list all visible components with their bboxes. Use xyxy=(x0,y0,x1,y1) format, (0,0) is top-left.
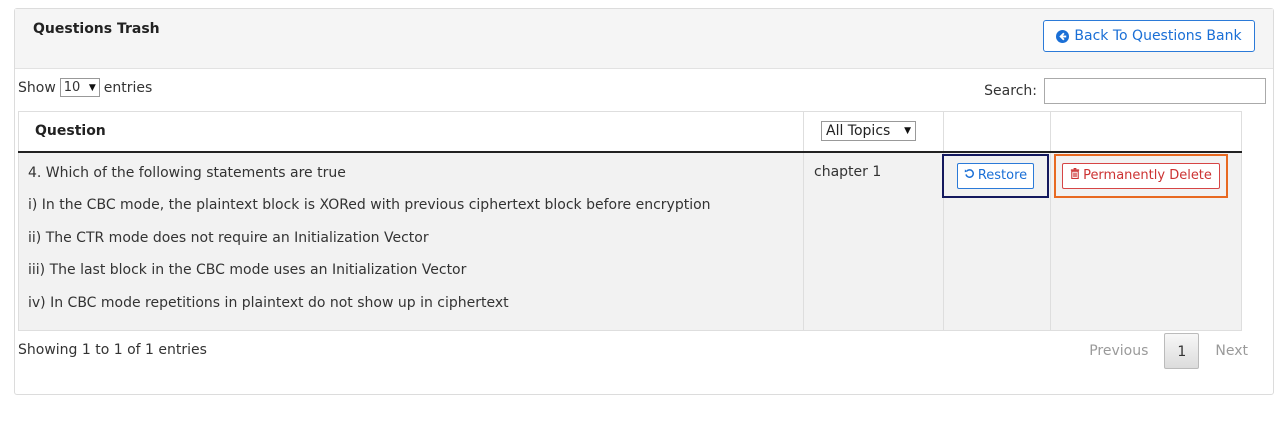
column-header-question: Question xyxy=(18,111,804,153)
page-1-button[interactable]: 1 xyxy=(1164,333,1200,369)
previous-page-button[interactable]: Previous xyxy=(1073,333,1164,369)
table-info: Showing 1 to 1 of 1 entries xyxy=(18,342,207,358)
permanently-delete-button[interactable]: Permanently Delete xyxy=(1062,162,1220,189)
question-line: ii) The CTR mode does not require an Ini… xyxy=(28,229,429,246)
page-size-select[interactable]: 10 ▼ xyxy=(59,78,100,97)
restore-button[interactable]: Restore xyxy=(956,162,1035,189)
table-header-row: Question All Topics ▼ xyxy=(18,111,1242,153)
undo-icon xyxy=(964,168,975,183)
topic-filter-value: All Topics xyxy=(826,123,891,140)
question-line: iii) The last block in the CBC mode uses… xyxy=(28,262,467,278)
delete-cell: Permanently Delete xyxy=(1050,151,1242,331)
chevron-down-icon: ▼ xyxy=(904,126,911,137)
back-to-questions-bank-button[interactable]: Back To Questions Bank xyxy=(1043,20,1255,52)
search-label: Search: xyxy=(984,83,1037,99)
back-button-label: Back To Questions Bank xyxy=(1074,28,1242,44)
panel-header: Questions Trash Back To Questions Bank xyxy=(15,9,1273,69)
delete-label: Permanently Delete xyxy=(1083,168,1212,183)
page-size-value: 10 xyxy=(63,80,81,95)
topic-cell: chapter 1 xyxy=(803,151,944,331)
show-label: Show xyxy=(18,79,56,96)
search-control: Search: xyxy=(984,78,1266,104)
table-row: 4. Which of the following statements are… xyxy=(18,151,1242,331)
page-size-control: Show 10 ▼ entries xyxy=(18,78,152,97)
question-text: 4. Which of the following statements are… xyxy=(20,147,802,330)
topic-value: chapter 1 xyxy=(814,163,882,180)
column-header-topic: All Topics ▼ xyxy=(803,111,944,153)
delete-highlight: Permanently Delete xyxy=(1054,153,1228,198)
entries-label: entries xyxy=(103,79,153,96)
search-input[interactable] xyxy=(1044,78,1266,104)
question-cell: 4. Which of the following statements are… xyxy=(18,151,804,331)
trash-icon xyxy=(1070,168,1080,183)
questions-table: Question All Topics ▼ 4. Which of the fo… xyxy=(18,111,1242,331)
panel-title: Questions Trash xyxy=(33,21,160,37)
column-header-restore xyxy=(943,111,1051,153)
question-line: i) In the CBC mode, the plaintext block … xyxy=(28,197,711,213)
circle-arrow-left-icon xyxy=(1056,29,1070,43)
question-line: 4. Which of the following statements are… xyxy=(28,164,346,181)
column-header-delete xyxy=(1050,111,1242,153)
next-page-button[interactable]: Next xyxy=(1199,333,1264,369)
restore-highlight: Restore xyxy=(942,153,1049,198)
pagination: Previous 1 Next xyxy=(1073,333,1264,369)
restore-cell: Restore xyxy=(942,151,1051,331)
restore-label: Restore xyxy=(977,168,1028,183)
topic-filter-select[interactable]: All Topics ▼ xyxy=(821,121,916,142)
chevron-down-icon: ▼ xyxy=(88,82,96,93)
question-line: iv) In CBC mode repetitions in plaintext… xyxy=(28,294,509,311)
